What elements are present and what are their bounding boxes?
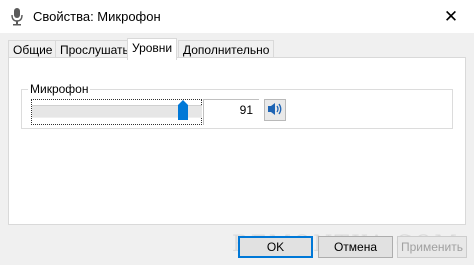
tab-label: Общие (13, 43, 53, 57)
ok-button[interactable]: OK (238, 236, 313, 258)
speaker-icon (267, 102, 283, 119)
mute-button[interactable] (264, 99, 286, 121)
close-button[interactable]: ✕ (428, 0, 474, 33)
level-value: 91 (203, 99, 259, 125)
window-title: Свойства: Микрофон (33, 9, 161, 24)
slider-fill (32, 106, 183, 117)
microphone-group: Микрофон 91 (21, 82, 453, 129)
tab-label: Прослушать (60, 43, 129, 57)
microphone-icon (11, 8, 23, 26)
close-icon: ✕ (443, 6, 459, 26)
slider-track (32, 105, 202, 118)
levels-panel: Микрофон 91 (8, 57, 466, 225)
group-label: Микрофон (28, 82, 91, 96)
slider-thumb[interactable] (178, 100, 188, 120)
apply-button[interactable]: Применить (397, 236, 467, 258)
tab-levels[interactable]: Уровни (127, 38, 178, 60)
cancel-button[interactable]: Отмена (318, 236, 393, 258)
title-bar: Свойства: Микрофон ✕ (0, 0, 474, 33)
level-slider[interactable] (31, 99, 202, 125)
tab-label: Дополнительно (183, 43, 270, 57)
tab-label: Уровни (132, 41, 173, 55)
